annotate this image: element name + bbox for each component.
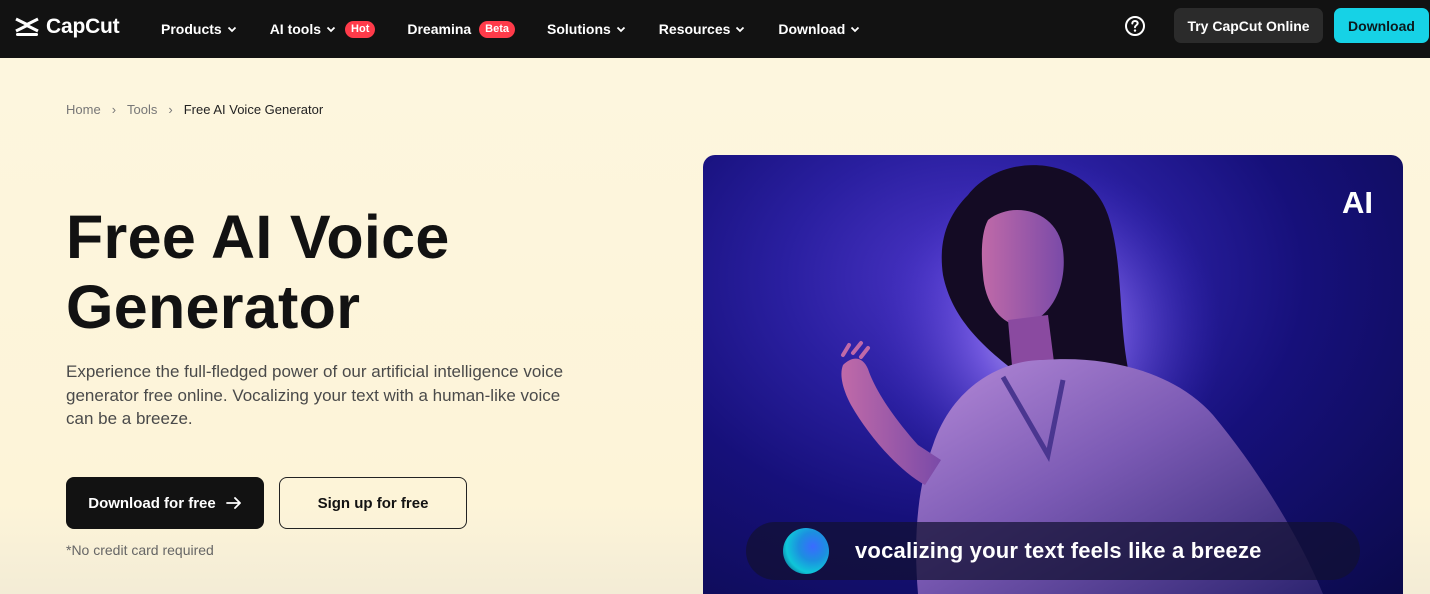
hero-image: AI vocalizing your text feels like a bre… (703, 155, 1403, 594)
breadcrumb: Home › Tools › Free AI Voice Generator (66, 102, 323, 117)
nav-item-ai-tools[interactable]: AI tools Hot (269, 20, 376, 38)
logo-text: CapCut (46, 15, 120, 38)
nav-item-products[interactable]: Products (161, 21, 238, 37)
nav-item-label: AI tools (269, 21, 322, 37)
ai-label: AI (1342, 185, 1373, 220)
hot-badge: Hot (345, 20, 376, 38)
title-line-2: Generator (66, 273, 361, 341)
caption-pill: vocalizing your text feels like a breeze (746, 522, 1360, 580)
capcut-logo[interactable]: CapCut (14, 12, 120, 42)
try-capcut-online-button[interactable]: Try CapCut Online (1174, 8, 1323, 43)
hero-description: Experience the full-fledged power of our… (66, 362, 564, 428)
caption-text: vocalizing your text feels like a breeze (855, 538, 1262, 563)
chevron-down-icon (227, 26, 236, 33)
nav-item-label: Solutions (547, 21, 611, 37)
breadcrumb-separator: › (111, 102, 117, 117)
nav-item-download[interactable]: Download (778, 21, 861, 37)
nav-item-dreamina[interactable]: Dreamina Beta (407, 20, 516, 38)
question-circle-icon (1125, 16, 1145, 36)
download-for-free-label: Download for free (88, 494, 216, 512)
arrow-right-icon (225, 497, 241, 509)
nav-item-solutions[interactable]: Solutions (547, 21, 627, 37)
nav-item-label: Products (161, 21, 222, 37)
breadcrumb-home[interactable]: Home (66, 102, 101, 117)
no-credit-card-note: *No credit card required (66, 542, 214, 558)
chevron-down-icon (616, 26, 625, 33)
top-navbar: CapCut Products AI tools Hot Dreamina Be… (0, 0, 1430, 58)
title-line-1: Free AI Voice (66, 203, 450, 271)
page-title: Free AI Voice Generator (66, 202, 626, 342)
breadcrumb-tools[interactable]: Tools (127, 102, 157, 117)
help-button[interactable] (1124, 15, 1146, 37)
sign-up-for-free-button[interactable]: Sign up for free (279, 477, 467, 529)
beta-badge: Beta (479, 20, 516, 38)
download-for-free-button[interactable]: Download for free (66, 477, 264, 529)
chevron-down-icon (326, 26, 336, 33)
voice-orb-icon (783, 528, 829, 574)
chevron-down-icon (736, 26, 745, 33)
nav-item-resources[interactable]: Resources (659, 21, 747, 37)
breadcrumb-current: Free AI Voice Generator (183, 102, 324, 117)
chevron-down-icon (851, 26, 860, 33)
breadcrumb-separator: › (168, 102, 173, 117)
nav-item-label: Dreamina (407, 21, 472, 37)
nav-item-label: Resources (658, 21, 731, 37)
capcut-logo-icon (15, 17, 39, 36)
download-button-top[interactable]: Download (1334, 8, 1429, 43)
nav-menu: Products AI tools Hot Dreamina Beta Solu… (161, 0, 861, 58)
nav-item-label: Download (778, 21, 846, 37)
